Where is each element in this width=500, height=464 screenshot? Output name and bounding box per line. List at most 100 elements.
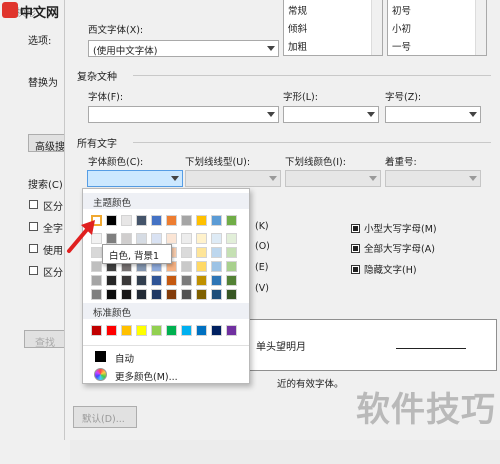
- effect-v-label: (V): [255, 283, 269, 294]
- theme-shade-swatch[interactable]: [121, 289, 132, 300]
- standard-color-swatch[interactable]: [91, 325, 102, 336]
- standard-color-swatch[interactable]: [106, 325, 117, 336]
- style-bold[interactable]: 加粗: [288, 39, 307, 53]
- style-list[interactable]: 常规 倾斜 加粗: [283, 0, 383, 56]
- standard-color-swatch[interactable]: [181, 325, 192, 336]
- theme-shade-swatch[interactable]: [106, 275, 117, 286]
- chevron-down-icon: [469, 112, 477, 117]
- wildcards-label: 使用: [43, 246, 63, 257]
- theme-shade-swatch[interactable]: [226, 261, 237, 272]
- theme-shade-swatch[interactable]: [181, 261, 192, 272]
- theme-shade-swatch[interactable]: [136, 275, 147, 286]
- size-list-scrollbar[interactable]: [475, 0, 486, 55]
- theme-shade-swatch[interactable]: [121, 233, 132, 244]
- all-caps-checkbox[interactable]: [351, 244, 360, 253]
- font-color-select[interactable]: [87, 170, 183, 187]
- theme-shade-swatch[interactable]: [151, 275, 162, 286]
- theme-shade-swatch[interactable]: [136, 233, 147, 244]
- hidden-text-option[interactable]: 隐藏文字(H): [351, 262, 417, 276]
- match-width-checkbox[interactable]: [29, 266, 38, 275]
- chevron-down-icon: [269, 176, 277, 181]
- theme-shade-swatch[interactable]: [196, 289, 207, 300]
- watermark-top: 中文网: [20, 6, 60, 21]
- more-colors-option[interactable]: 更多颜色(M)...: [91, 367, 241, 383]
- hidden-text-checkbox[interactable]: [351, 265, 360, 274]
- theme-shade-swatch[interactable]: [181, 247, 192, 258]
- underline-type-label: 下划线线型(U):: [185, 157, 251, 168]
- theme-color-swatch[interactable]: [136, 215, 147, 226]
- auto-color-option[interactable]: 自动: [91, 349, 241, 365]
- standard-color-swatch[interactable]: [151, 325, 162, 336]
- theme-shade-swatch[interactable]: [181, 275, 192, 286]
- theme-shade-swatch[interactable]: [196, 247, 207, 258]
- standard-color-swatch[interactable]: [121, 325, 132, 336]
- theme-color-swatch[interactable]: [106, 215, 117, 226]
- theme-color-swatch[interactable]: [211, 215, 222, 226]
- theme-shade-swatch[interactable]: [226, 289, 237, 300]
- standard-color-swatch[interactable]: [196, 325, 207, 336]
- theme-shade-swatch[interactable]: [181, 289, 192, 300]
- theme-shade-swatch[interactable]: [166, 275, 177, 286]
- theme-shade-swatch[interactable]: [106, 233, 117, 244]
- theme-shade-swatch[interactable]: [226, 233, 237, 244]
- size-yihao[interactable]: 一号: [392, 39, 411, 53]
- standard-color-swatch[interactable]: [226, 325, 237, 336]
- whole-word-checkbox[interactable]: [29, 222, 38, 231]
- size-xiaochu[interactable]: 小初: [392, 21, 411, 35]
- theme-shade-swatch[interactable]: [226, 275, 237, 286]
- theme-color-swatch[interactable]: [196, 215, 207, 226]
- western-font-select[interactable]: (使用中文字体): [88, 40, 279, 57]
- theme-shade-swatch[interactable]: [211, 233, 222, 244]
- complex-size-select[interactable]: [385, 106, 481, 123]
- theme-shade-swatch[interactable]: [211, 261, 222, 272]
- match-case-checkbox[interactable]: [29, 200, 38, 209]
- standard-color-swatch[interactable]: [211, 325, 222, 336]
- standard-color-swatch[interactable]: [166, 325, 177, 336]
- theme-shade-swatch[interactable]: [121, 275, 132, 286]
- theme-shade-swatch[interactable]: [106, 289, 117, 300]
- all-caps-option[interactable]: 全部大写字母(A): [351, 241, 435, 255]
- theme-shade-swatch[interactable]: [166, 289, 177, 300]
- chevron-down-icon: [469, 176, 477, 181]
- theme-color-swatch[interactable]: [226, 215, 237, 226]
- theme-shade-swatch[interactable]: [226, 247, 237, 258]
- theme-shade-swatch[interactable]: [151, 233, 162, 244]
- theme-shade-swatch[interactable]: [196, 261, 207, 272]
- theme-shade-swatch[interactable]: [181, 233, 192, 244]
- standard-color-swatch[interactable]: [136, 325, 147, 336]
- theme-color-swatch[interactable]: [181, 215, 192, 226]
- theme-shade-swatch[interactable]: [91, 289, 102, 300]
- size-chuhao[interactable]: 初号: [392, 3, 411, 17]
- wildcards-checkbox[interactable]: [29, 244, 38, 253]
- theme-shade-swatch[interactable]: [211, 289, 222, 300]
- find-replace-dialog: 替换形 选项: 替换为 高级搜 搜索(C) 区分 全字 使用 区分 查找: [0, 0, 74, 464]
- theme-shade-swatch[interactable]: [196, 275, 207, 286]
- theme-shade-swatch[interactable]: [136, 289, 147, 300]
- complex-font-select[interactable]: [88, 106, 279, 123]
- default-button[interactable]: 默认(D)...: [73, 406, 137, 428]
- theme-shade-swatch[interactable]: [196, 233, 207, 244]
- theme-color-swatch[interactable]: [151, 215, 162, 226]
- effect-k-label: (K): [255, 221, 269, 232]
- theme-shade-swatch[interactable]: [91, 261, 102, 272]
- theme-color-swatch[interactable]: [166, 215, 177, 226]
- complex-style-select[interactable]: [283, 106, 379, 123]
- size-list[interactable]: 初号 小初 一号: [387, 0, 487, 56]
- color-tooltip: 白色, 背景1: [102, 244, 172, 264]
- small-caps-checkbox[interactable]: [351, 224, 360, 233]
- style-list-scrollbar[interactable]: [371, 0, 382, 55]
- search-direction-label: 搜索(C): [28, 180, 63, 191]
- complex-style-label: 字形(L):: [283, 92, 318, 103]
- style-regular[interactable]: 常规: [288, 3, 307, 17]
- theme-shade-swatch[interactable]: [91, 275, 102, 286]
- style-italic[interactable]: 倾斜: [288, 21, 307, 35]
- underline-color-select[interactable]: [285, 170, 381, 187]
- theme-shade-swatch[interactable]: [151, 289, 162, 300]
- theme-shade-swatch[interactable]: [166, 233, 177, 244]
- small-caps-option[interactable]: 小型大写字母(M): [351, 221, 437, 235]
- underline-type-select[interactable]: [185, 170, 281, 187]
- theme-color-swatch[interactable]: [121, 215, 132, 226]
- emphasis-select[interactable]: [385, 170, 481, 187]
- theme-shade-swatch[interactable]: [211, 275, 222, 286]
- theme-shade-swatch[interactable]: [211, 247, 222, 258]
